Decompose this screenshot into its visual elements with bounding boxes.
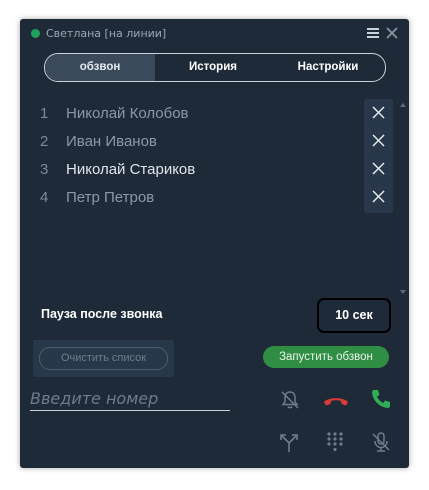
online-status-icon [31, 29, 40, 38]
remove-icon [372, 106, 385, 119]
dialpad-icon[interactable] [323, 430, 347, 454]
tab-bar: обзвон История Настройки [44, 53, 386, 82]
contact-number: 1 [40, 105, 49, 122]
contact-row[interactable]: 2 Иван Иванов [20, 129, 350, 157]
close-icon[interactable] [385, 25, 399, 39]
pause-label: Пауза после звонка [41, 307, 163, 321]
scroll-up-arrow-icon[interactable] [400, 103, 406, 107]
remove-contact-button[interactable] [364, 155, 393, 183]
remove-contact-button[interactable] [364, 127, 393, 155]
start-dialing-button[interactable]: Запустить обзвон [263, 346, 389, 368]
contact-row[interactable]: 1 Николай Колобов [20, 101, 350, 129]
scroll-down-arrow-icon[interactable] [400, 290, 406, 294]
remove-contact-button[interactable] [364, 183, 393, 211]
contact-number: 2 [40, 133, 49, 150]
mute-microphone-icon[interactable] [369, 430, 393, 454]
transfer-icon[interactable] [277, 430, 301, 454]
remove-icon [372, 190, 385, 203]
contact-name: Николай Стариков [66, 161, 196, 178]
contact-name: Иван Иванов [66, 133, 157, 150]
mute-notifications-icon[interactable] [278, 388, 302, 412]
clear-list-container: Очистить список [33, 340, 174, 377]
contact-number: 4 [40, 189, 49, 206]
window-title: Светлана [на линии] [46, 27, 167, 40]
hangup-icon[interactable] [322, 389, 348, 413]
remove-contact-button[interactable] [364, 99, 393, 127]
remove-icon [372, 162, 385, 175]
hamburger-menu-icon[interactable] [366, 25, 380, 39]
remove-icon [372, 134, 385, 147]
phone-number-input[interactable] [30, 386, 230, 411]
pause-duration-field[interactable]: 10 сек [317, 298, 391, 333]
dialer-window: Светлана [на линии] обзвон История Настр… [20, 19, 409, 468]
tab-history[interactable]: История [155, 54, 271, 81]
title-bar: Светлана [на линии] [20, 19, 409, 49]
clear-list-button[interactable]: Очистить список [39, 347, 168, 370]
contact-name: Петр Петров [66, 189, 155, 206]
contact-row[interactable]: 4 Петр Петров [20, 185, 350, 213]
contact-row-current[interactable]: 3 Николай Стариков [20, 157, 350, 185]
contact-name: Николай Колобов [66, 105, 189, 122]
remove-buttons-column [364, 99, 393, 213]
tab-settings[interactable]: Настройки [271, 54, 385, 81]
tab-dialing[interactable]: обзвон [45, 54, 155, 81]
call-icon[interactable] [369, 387, 393, 411]
contact-number: 3 [40, 161, 49, 178]
